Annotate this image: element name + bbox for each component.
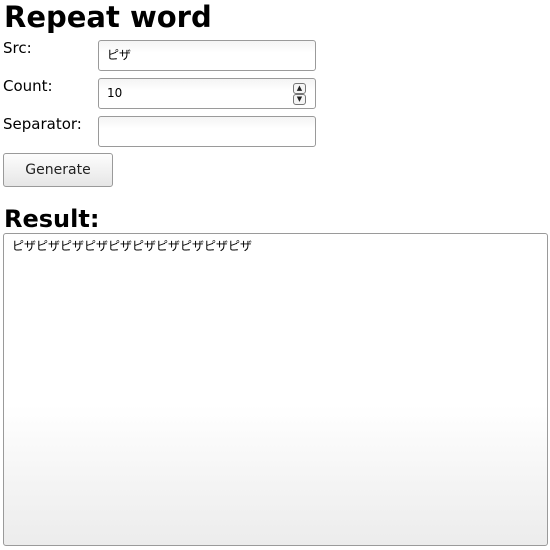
src-label: Src:: [3, 39, 32, 57]
result-textarea[interactable]: ピザピザピザピザピザピザピザピザピザピザ: [3, 233, 548, 546]
page-title: Repeat word: [4, 0, 212, 34]
count-stepper[interactable]: ▲ ▼: [293, 83, 306, 105]
count-label: Count:: [3, 77, 53, 95]
chevron-down-icon[interactable]: ▼: [293, 94, 306, 105]
separator-input[interactable]: [98, 116, 316, 147]
count-input[interactable]: 10 ▲ ▼: [98, 78, 316, 109]
count-value: 10: [107, 86, 123, 100]
result-heading: Result:: [4, 205, 100, 233]
page: Repeat word Src: ピザ Count: 10 ▲ ▼ Separa…: [0, 0, 550, 550]
chevron-up-icon[interactable]: ▲: [293, 83, 306, 94]
generate-button[interactable]: Generate: [3, 153, 113, 187]
src-input[interactable]: ピザ: [98, 40, 316, 71]
separator-label: Separator:: [3, 115, 82, 133]
